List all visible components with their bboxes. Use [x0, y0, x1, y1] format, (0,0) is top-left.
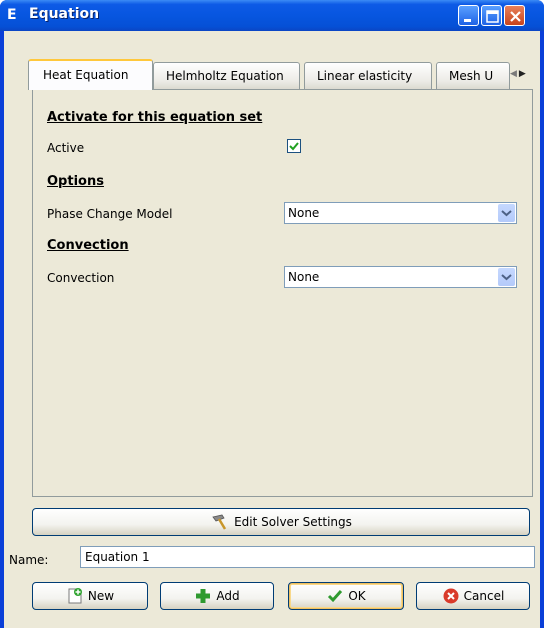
tab-helmholtz-equation[interactable]: Helmholtz Equation [153, 62, 300, 89]
convection-label: Convection [47, 271, 115, 285]
cancel-icon [443, 588, 459, 604]
name-input[interactable] [80, 546, 535, 568]
phase-change-select[interactable]: None [284, 202, 517, 224]
equation-tabs: Heat Equation Helmholtz Equation Linear … [28, 59, 532, 90]
ok-button-label: OK [348, 589, 366, 603]
tab-scroll-arrows[interactable]: ◀▶ [510, 65, 532, 83]
maximize-button[interactable] [481, 5, 502, 26]
dropdown-arrow-icon[interactable] [498, 204, 515, 222]
new-document-icon [68, 588, 82, 604]
chevron-right-icon[interactable]: ▶ [519, 69, 528, 79]
phase-change-label: Phase Change Model [47, 207, 173, 221]
active-label: Active [47, 141, 85, 155]
convection-value: None [288, 270, 320, 284]
edit-solver-settings-button[interactable]: Edit Solver Settings [32, 508, 530, 536]
section-options: Options [47, 174, 104, 189]
plus-icon [196, 589, 211, 603]
checkmark-icon [328, 590, 343, 603]
app-icon: E [7, 7, 17, 23]
phase-change-value: None [288, 206, 320, 220]
window-title: Equation [29, 6, 100, 22]
dropdown-arrow-icon[interactable] [498, 268, 515, 286]
section-activate: Activate for this equation set [47, 110, 263, 125]
chevron-left-icon[interactable]: ◀ [510, 69, 519, 79]
new-button[interactable]: New [32, 582, 148, 610]
checkmark-icon [289, 142, 299, 151]
name-label: Name: [9, 553, 49, 567]
minimize-button[interactable] [458, 5, 479, 26]
edit-solver-settings-label: Edit Solver Settings [234, 515, 352, 529]
section-convection: Convection [47, 238, 129, 253]
new-button-label: New [87, 589, 115, 603]
close-button[interactable] [504, 5, 525, 26]
minimize-icon [464, 19, 471, 22]
close-icon [510, 11, 521, 22]
cancel-button[interactable]: Cancel [416, 582, 530, 610]
add-button[interactable]: Add [160, 582, 274, 610]
maximize-icon [486, 10, 499, 23]
tab-mesh[interactable]: Mesh U [436, 62, 510, 89]
hammer-icon [212, 514, 227, 530]
tab-heat-equation[interactable]: Heat Equation [28, 59, 153, 90]
cancel-button-label: Cancel [463, 589, 505, 603]
active-checkbox[interactable] [287, 139, 301, 153]
title-bar[interactable]: E Equation [0, 0, 544, 31]
heat-equation-panel: Activate for this equation set Active Op… [32, 89, 533, 497]
convection-select[interactable]: None [284, 266, 517, 288]
tab-linear-elasticity[interactable]: Linear elasticity [304, 62, 432, 89]
ok-button[interactable]: OK [288, 582, 404, 610]
add-button-label: Add [216, 589, 240, 603]
